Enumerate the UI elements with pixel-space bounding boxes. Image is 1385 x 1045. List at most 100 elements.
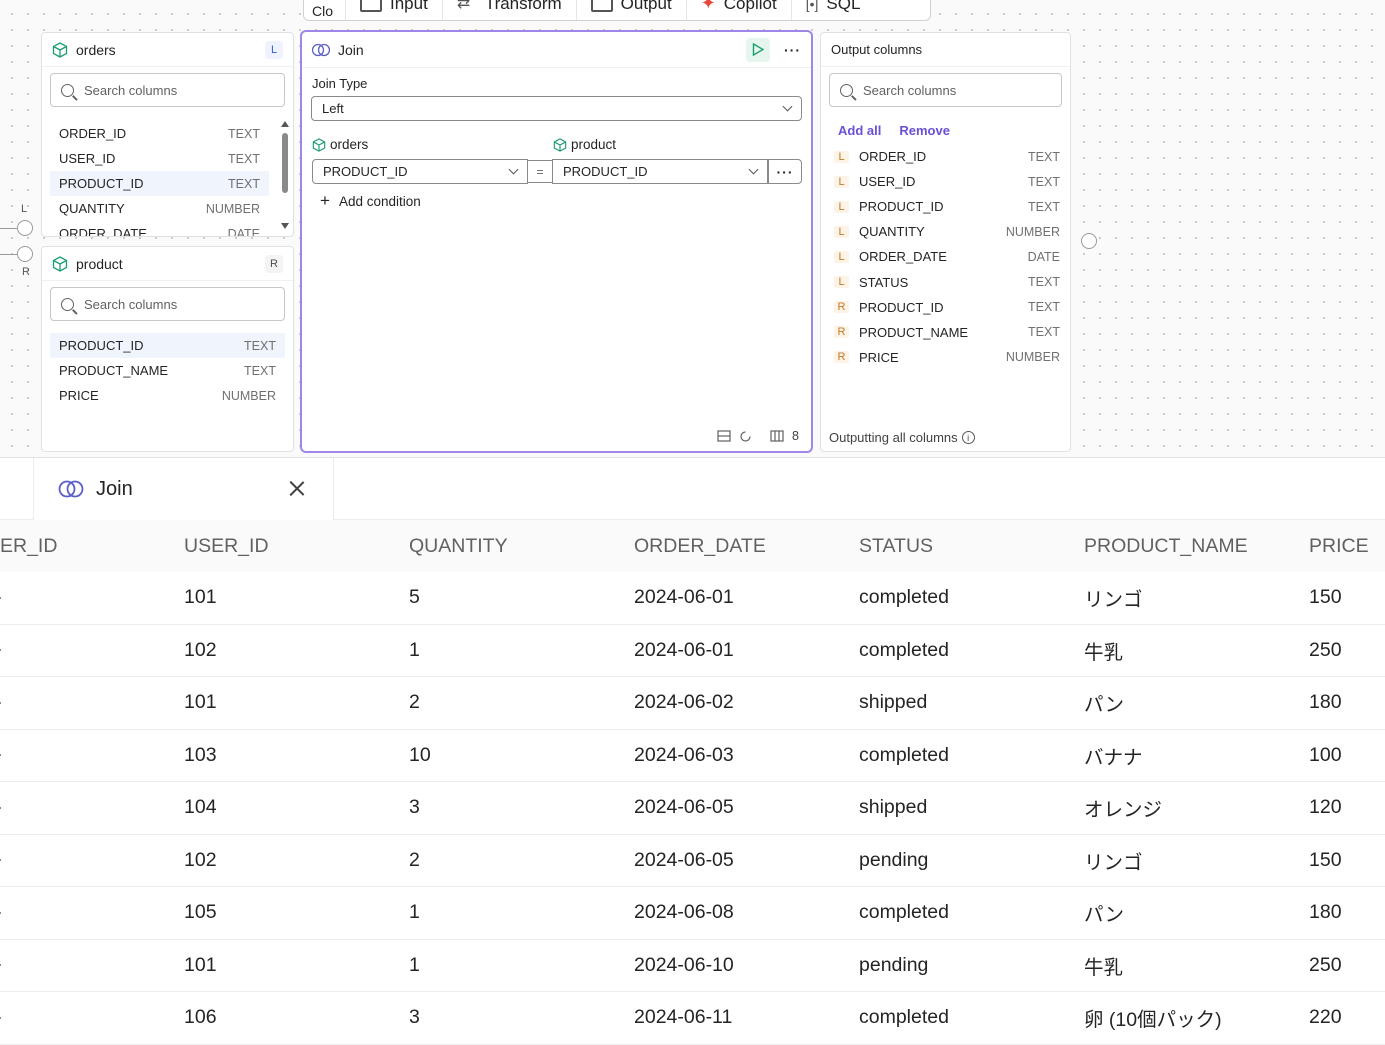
join-type-select[interactable]: Left	[311, 96, 802, 121]
toolbar-item-output[interactable]: Output	[577, 0, 687, 20]
scroll-down-arrow-icon[interactable]	[280, 223, 289, 229]
add-all-link[interactable]: Add all	[838, 123, 881, 138]
toolbar-item-copilot[interactable]: ✦ Copilot	[687, 0, 792, 20]
table-row[interactable]: 101 5 2024-06-01 completed リンゴ 150	[0, 572, 1385, 625]
rows-icon[interactable]	[717, 430, 731, 442]
column-row[interactable]: PRICE NUMBER	[50, 383, 285, 408]
scrollbar-thumb[interactable]	[281, 133, 288, 193]
output-column-type: TEXT	[1028, 174, 1060, 189]
orders-scrollbar[interactable]	[280, 121, 289, 231]
toolbar-item-close[interactable]: Clo	[304, 0, 346, 20]
condition-more-button[interactable]: ···	[768, 159, 802, 184]
output-column-row[interactable]: R PRODUCT_ID TEXT	[821, 295, 1070, 320]
left-input-badge: L	[265, 40, 283, 59]
output-columns-card[interactable]: Output columns Search columns Add all Re…	[820, 32, 1071, 452]
right-key-select[interactable]: PRODUCT_ID	[552, 159, 768, 184]
right-input-port[interactable]	[17, 246, 33, 262]
join-operator[interactable]: =	[528, 160, 552, 183]
orders-search-input[interactable]: Search columns	[50, 73, 285, 107]
output-column-row[interactable]: R PRICE NUMBER	[821, 345, 1070, 370]
join-more-button[interactable]: ···	[784, 42, 801, 58]
pipeline-canvas[interactable]: Clo Input ⇄ Transform Output ✦ Copilot [•]…	[0, 0, 1385, 458]
output-column-row[interactable]: L ORDER_ID TEXT	[821, 144, 1070, 169]
header-cell[interactable]: ER_ID	[0, 535, 57, 558]
orders-card[interactable]: orders L Search columns ORDER_ID TEXT USE…	[41, 32, 294, 237]
header-cell[interactable]: QUANTITY	[409, 535, 508, 558]
column-row[interactable]: PRODUCT_ID TEXT	[50, 171, 269, 196]
table-row[interactable]: 106 3 2024-06-11 completed 卵 (10個パック) 220	[0, 992, 1385, 1045]
table-row[interactable]: 101 2 2024-06-02 shipped パン 180	[0, 677, 1385, 730]
output-footer-text: Outputting all columns	[829, 430, 958, 445]
output-column-name: ORDER_ID	[859, 149, 927, 165]
add-condition-button[interactable]: + Add condition	[320, 191, 421, 211]
header-cell[interactable]: ORDER_DATE	[634, 535, 766, 558]
table-row[interactable]: 104 3 2024-06-05 shipped オレンジ 120	[0, 782, 1385, 835]
transform-icon: ⇄	[456, 0, 471, 12]
table-row[interactable]: 102 1 2024-06-01 completed 牛乳 250	[0, 625, 1385, 677]
header-cell[interactable]: USER_ID	[184, 535, 269, 558]
toolbar-item-input[interactable]: Input	[346, 0, 443, 20]
output-icon	[590, 0, 613, 12]
left-key-value: PRODUCT_ID	[323, 164, 408, 179]
output-search-input[interactable]: Search columns	[829, 73, 1062, 107]
join-card[interactable]: Join ··· Join Type Left orders product P…	[300, 30, 813, 453]
toolbar-item-sql[interactable]: [•] SQL	[792, 0, 875, 20]
left-key-select[interactable]: PRODUCT_ID	[312, 159, 528, 184]
table-cell: completed	[859, 1006, 949, 1029]
side-badge: R	[834, 351, 849, 364]
table-row[interactable]: 105 1 2024-06-08 completed パン 180	[0, 887, 1385, 940]
header-cell[interactable]: PRICE	[1309, 535, 1369, 558]
table-cell: completed	[859, 638, 949, 661]
scroll-up-arrow-icon[interactable]	[280, 121, 289, 127]
table-row[interactable]: 102 2 2024-06-05 pending リンゴ 150	[0, 835, 1385, 887]
output-column-row[interactable]: L QUANTITY NUMBER	[821, 219, 1070, 244]
column-row[interactable]: USER_ID TEXT	[50, 146, 269, 171]
output-port[interactable]	[1081, 233, 1097, 249]
table-cell: 卵 (10個パック)	[1084, 1009, 1222, 1032]
run-button[interactable]	[746, 37, 770, 62]
left-input-port[interactable]	[17, 220, 33, 236]
output-column-row[interactable]: L STATUS TEXT	[821, 269, 1070, 294]
top-toolbar: Clo Input ⇄ Transform Output ✦ Copilot [•]…	[303, 0, 931, 21]
right-port-label: R	[22, 266, 30, 278]
table-cell: 250	[1309, 953, 1342, 976]
row-marker	[0, 911, 1, 914]
table-cell: 3	[409, 1006, 420, 1029]
output-column-row[interactable]: L PRODUCT_ID TEXT	[821, 194, 1070, 219]
header-cell[interactable]: STATUS	[859, 535, 933, 558]
info-icon[interactable]: i	[961, 431, 975, 444]
column-row[interactable]: PRODUCT_NAME TEXT	[50, 358, 285, 383]
output-column-row[interactable]: L ORDER_DATE DATE	[821, 244, 1070, 269]
table-cell: completed	[859, 586, 949, 609]
table-cell: 150	[1309, 586, 1342, 609]
column-row[interactable]: ORDER_DATE DATE	[50, 221, 269, 236]
column-row[interactable]: QUANTITY NUMBER	[50, 196, 269, 221]
column-row[interactable]: ORDER_ID TEXT	[50, 121, 269, 146]
output-column-name: STATUS	[859, 274, 909, 290]
toolbar-transform-label: Transform	[484, 0, 562, 13]
product-search-input[interactable]: Search columns	[50, 287, 285, 321]
column-name: USER_ID	[59, 151, 116, 166]
column-row[interactable]: PRODUCT_ID TEXT	[50, 333, 285, 358]
toolbar-output-label: Output	[620, 0, 672, 13]
toolbar-item-transform[interactable]: ⇄ Transform	[443, 0, 577, 20]
header-cell[interactable]: PRODUCT_NAME	[1084, 535, 1248, 558]
close-icon[interactable]	[289, 480, 305, 496]
table-cell: 2	[409, 691, 420, 714]
table-cell: 120	[1309, 796, 1342, 819]
product-card[interactable]: product R Search columns PRODUCT_ID TEXT …	[41, 246, 294, 452]
tab-join-results[interactable]: Join	[33, 458, 334, 520]
table-cube-icon	[52, 41, 68, 58]
chevron-down-icon	[748, 164, 759, 175]
output-column-row[interactable]: R PRODUCT_NAME TEXT	[821, 320, 1070, 345]
table-row[interactable]: 101 1 2024-06-10 pending 牛乳 250	[0, 940, 1385, 992]
columns-icon[interactable]	[770, 430, 784, 442]
table-cell: 5	[409, 586, 420, 609]
table-row[interactable]: 103 10 2024-06-03 completed バナナ 100	[0, 730, 1385, 782]
side-badge: R	[834, 326, 849, 339]
table-cell: 104	[184, 796, 217, 819]
table-cell: 101	[184, 953, 217, 976]
output-column-row[interactable]: L USER_ID TEXT	[821, 169, 1070, 194]
remove-link[interactable]: Remove	[899, 123, 950, 138]
table-cell: 2024-06-05	[634, 796, 734, 819]
